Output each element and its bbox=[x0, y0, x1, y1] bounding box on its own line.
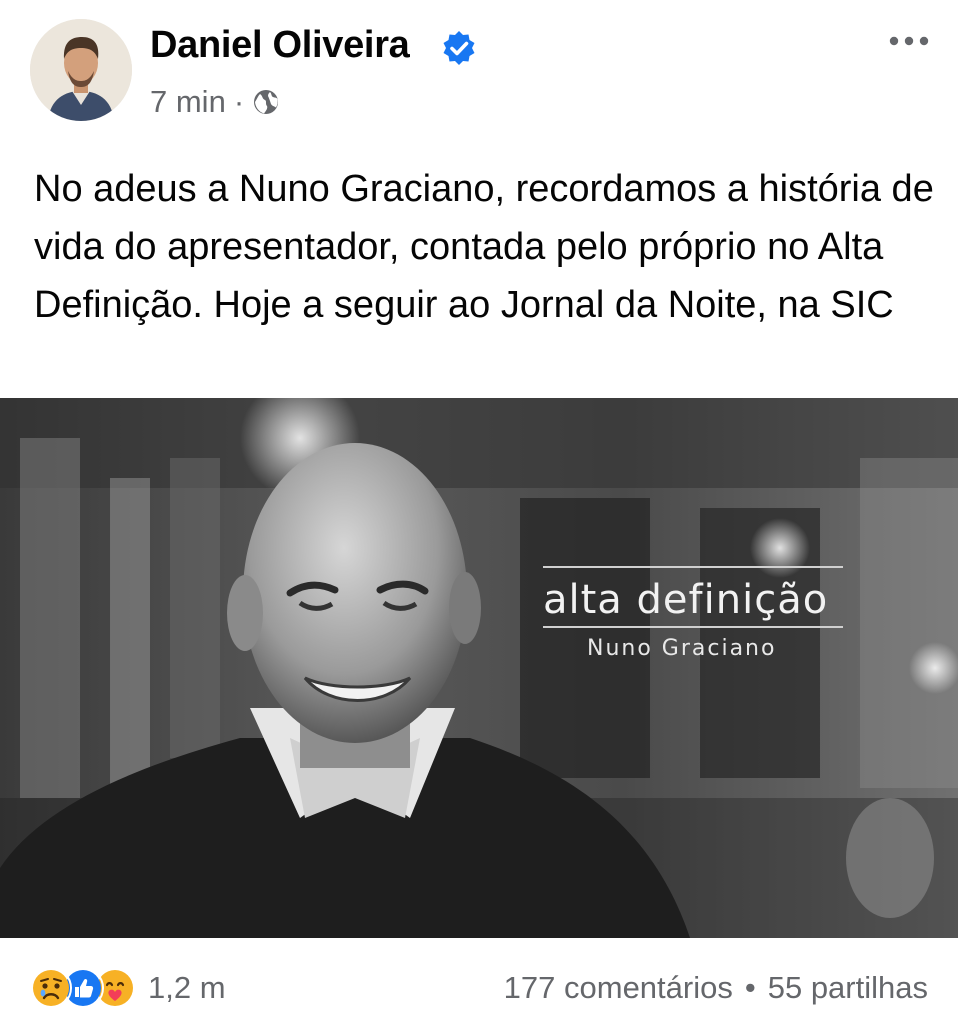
more-options-button[interactable] bbox=[886, 26, 932, 56]
verified-badge-icon bbox=[443, 31, 475, 65]
shares-count[interactable]: 55 partilhas bbox=[768, 970, 928, 1006]
post-text: No adeus a Nuno Graciano, recordamos a h… bbox=[34, 168, 934, 326]
meta-separator: · bbox=[233, 84, 245, 119]
sad-reaction-icon bbox=[30, 967, 72, 1009]
globe-icon bbox=[254, 90, 279, 114]
post-footer: 1,2 m 177 comentários • 55 partilhas bbox=[0, 950, 958, 1024]
stats-separator: • bbox=[744, 970, 756, 1005]
reaction-count[interactable]: 1,2 m bbox=[148, 970, 226, 1006]
post-meta: 7 min · bbox=[150, 84, 280, 120]
overlay-title: alta definição bbox=[543, 577, 828, 623]
author-name[interactable]: Daniel Oliveira bbox=[150, 24, 410, 67]
reactions-summary[interactable]: 1,2 m bbox=[30, 966, 226, 1010]
post-header: Daniel Oliveira 7 min · bbox=[0, 0, 958, 140]
post-image[interactable]: alta definição Nuno Graciano bbox=[0, 398, 958, 938]
more-horizontal-icon bbox=[889, 36, 929, 46]
author-avatar[interactable] bbox=[30, 19, 132, 121]
post-time[interactable]: 7 min bbox=[150, 84, 226, 120]
overlay-subtitle: Nuno Graciano bbox=[587, 636, 776, 661]
post-stats: 177 comentários • 55 partilhas bbox=[504, 970, 928, 1006]
comments-count[interactable]: 177 comentários bbox=[504, 970, 733, 1006]
